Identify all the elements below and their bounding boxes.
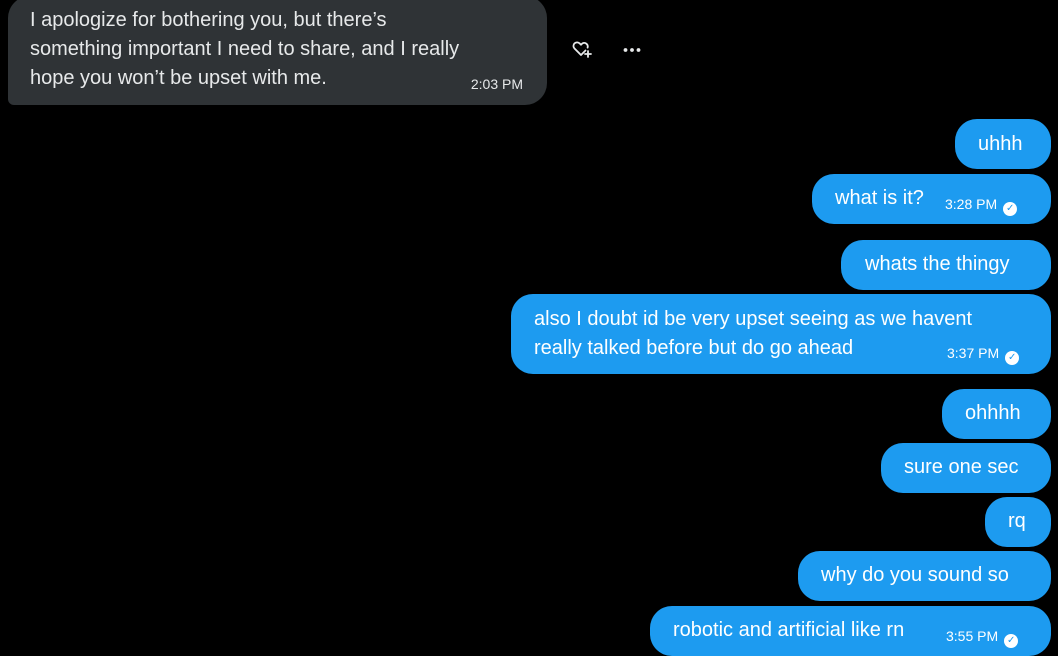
read-receipt-icon: ✓ [1005,351,1020,365]
outgoing-message-bubble[interactable]: sure one sec [881,443,1051,493]
outgoing-message-bubble[interactable]: robotic and artificial like rn 3:55 PM ✓ [650,606,1051,656]
message-line: something important I need to share, and… [30,38,460,60]
message-line: rq [1008,510,1026,532]
more-horizontal-icon[interactable] [618,36,646,64]
message-line: sure one sec [904,456,1019,478]
message-timestamp: 2:03 PM [470,76,523,92]
message-timestamp: 3:28 PM ✓ [945,196,1018,216]
message-line: I apologize for bothering you, but there… [30,9,387,31]
read-receipt-icon: ✓ [1004,634,1019,648]
outgoing-message-bubble[interactable]: rq [985,497,1051,547]
incoming-message-bubble[interactable]: I apologize for bothering you, but there… [8,0,547,105]
read-receipt-icon: ✓ [1003,202,1018,216]
outgoing-message-bubble[interactable]: whats the thingy [841,240,1051,290]
message-timestamp: 3:55 PM ✓ [946,628,1019,648]
message-line: also I doubt id be very upset seeing as … [534,308,973,330]
message-line: whats the thingy [865,253,1010,275]
outgoing-message-bubble[interactable]: also I doubt id be very upset seeing as … [511,294,1051,374]
message-line: what is it? [835,187,924,209]
outgoing-message-bubble[interactable]: uhhh [955,119,1051,169]
message-line: uhhh [978,133,1023,155]
message-line: why do you sound so [821,564,1009,586]
outgoing-message-bubble[interactable]: ohhhh [942,389,1051,439]
outgoing-message-bubble[interactable]: why do you sound so [798,551,1051,601]
heart-plus-icon[interactable] [567,36,595,64]
message-line: hope you won’t be upset with me. [30,67,327,89]
outgoing-message-bubble[interactable]: what is it? 3:28 PM ✓ [812,174,1051,224]
timestamp-text: 3:28 PM [945,196,998,212]
message-timestamp: 3:37 PM ✓ [947,345,1020,365]
timestamp-text: 3:55 PM [946,628,999,644]
message-line: ohhhh [965,402,1021,424]
timestamp-text: 3:37 PM [947,345,1000,361]
